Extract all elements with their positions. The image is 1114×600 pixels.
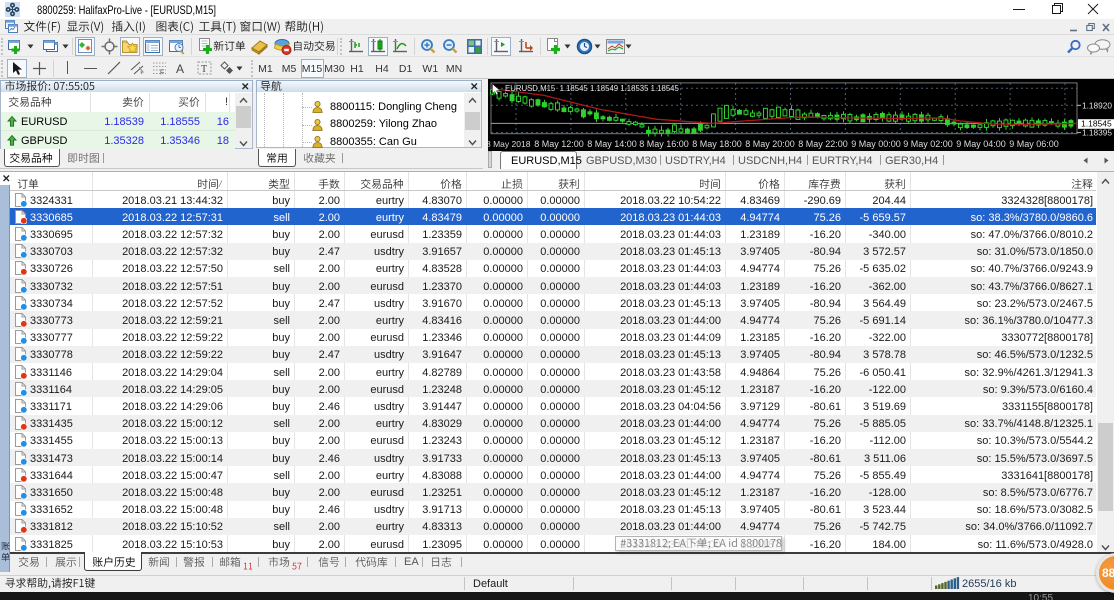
svg-text:9 May 04:00: 9 May 04:00 [956, 139, 1006, 149]
svg-text:8 May 14:00: 8 May 14:00 [587, 139, 637, 149]
svg-text:9 May 06:00: 9 May 06:00 [1009, 139, 1059, 149]
svg-text:F: F [160, 70, 164, 76]
svg-text:1.18395: 1.18395 [1082, 128, 1112, 138]
svg-text:T: T [201, 64, 207, 75]
svg-text:1.18920: 1.18920 [1082, 100, 1112, 110]
svg-text:9 May 00:00: 9 May 00:00 [851, 139, 901, 149]
svg-text:8 May 2018: 8 May 2018 [488, 139, 531, 149]
svg-text:1.18545: 1.18545 [1081, 119, 1112, 129]
svg-text:8 May 20:00: 8 May 20:00 [745, 139, 795, 149]
svg-text:8 May 16:00: 8 May 16:00 [639, 139, 689, 149]
svg-text:EURUSD,M15 1.18545 1.18549 1.: EURUSD,M15 1.18545 1.18549 1.18535 1.185… [505, 84, 679, 93]
svg-text:8 May 18:00: 8 May 18:00 [692, 139, 742, 149]
svg-text:8 May 12:00: 8 May 12:00 [534, 139, 584, 149]
svg-text:9 May 02:00: 9 May 02:00 [903, 139, 953, 149]
svg-text:8 May 22:00: 8 May 22:00 [798, 139, 848, 149]
